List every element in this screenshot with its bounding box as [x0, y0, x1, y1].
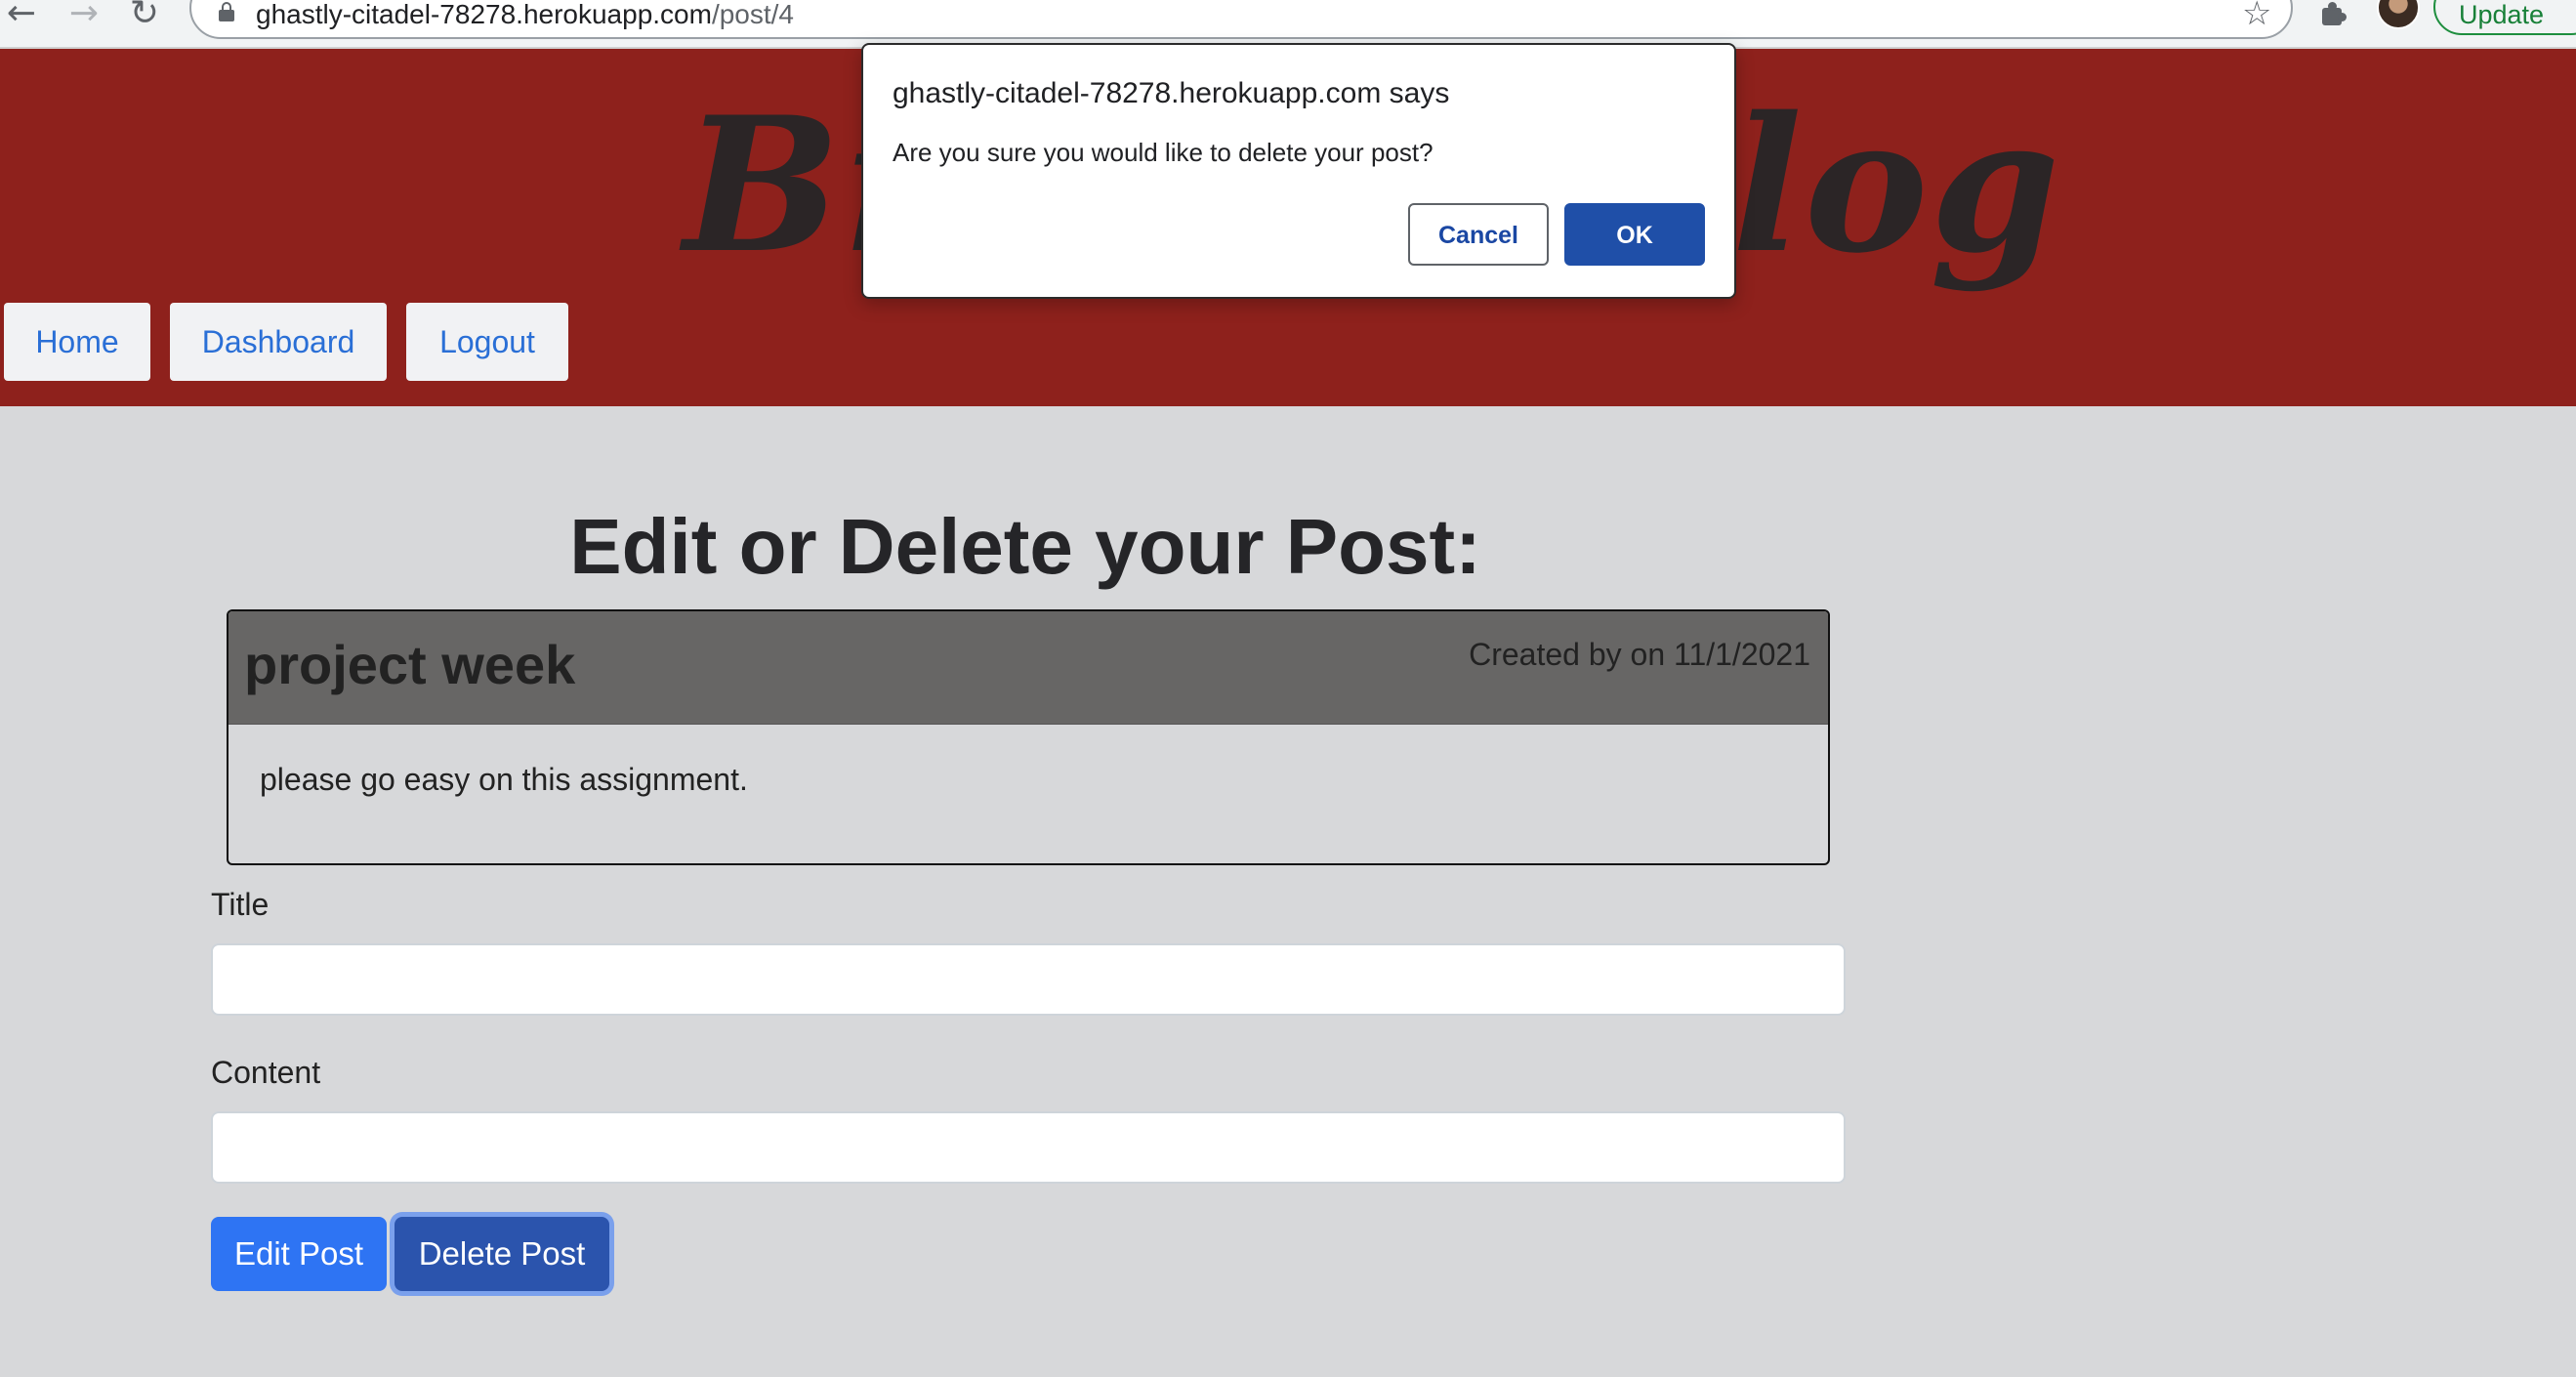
lock-icon: [219, 2, 234, 23]
browser-update-button[interactable]: Update: [2433, 0, 2576, 35]
dialog-message: Are you sure you would like to delete yo…: [893, 138, 1433, 167]
edit-post-button[interactable]: Edit Post: [211, 1217, 387, 1291]
title-input[interactable]: [211, 943, 1846, 1016]
delete-post-button[interactable]: Delete Post: [395, 1217, 609, 1291]
dialog-ok-button[interactable]: OK: [1564, 203, 1705, 266]
post-body: please go easy on this assignment.: [260, 762, 748, 797]
reload-icon[interactable]: ↻: [125, 0, 164, 31]
back-arrow-icon[interactable]: ←: [2, 0, 41, 31]
forward-arrow-icon[interactable]: →: [64, 0, 104, 31]
post-meta: Created by on 11/1/2021: [1469, 637, 1810, 672]
title-label: Title: [211, 887, 270, 922]
browser-toolbar: ← → ↻ ghastly-citadel-78278.herokuapp.co…: [0, 0, 2576, 49]
dialog-title: ghastly-citadel-78278.herokuapp.com says: [893, 77, 1450, 109]
dialog-cancel-button[interactable]: Cancel: [1408, 203, 1549, 266]
confirm-dialog: ghastly-citadel-78278.herokuapp.com says…: [861, 43, 1736, 299]
url-path: /post/4: [711, 0, 795, 29]
url-text[interactable]: ghastly-citadel-78278.herokuapp.com/post…: [256, 0, 794, 31]
page-title: Edit or Delete your Post:: [569, 503, 1481, 590]
nav-home-link[interactable]: Home: [4, 303, 150, 381]
profile-avatar[interactable]: [2377, 0, 2420, 29]
nav-dashboard-link[interactable]: Dashboard: [170, 303, 387, 381]
url-host: ghastly-citadel-78278.herokuapp.com: [256, 0, 712, 29]
post-card: project week Created by on 11/1/2021 ple…: [227, 609, 1830, 865]
content-label: Content: [211, 1055, 321, 1090]
post-card-header: project week Created by on 11/1/2021: [229, 611, 1828, 725]
extensions-puzzle-icon[interactable]: [2318, 2, 2347, 27]
content-input[interactable]: [211, 1111, 1846, 1184]
bookmark-star-icon[interactable]: ☆: [2242, 0, 2271, 30]
nav-logout-link[interactable]: Logout: [406, 303, 568, 381]
post-title: project week: [244, 634, 576, 695]
